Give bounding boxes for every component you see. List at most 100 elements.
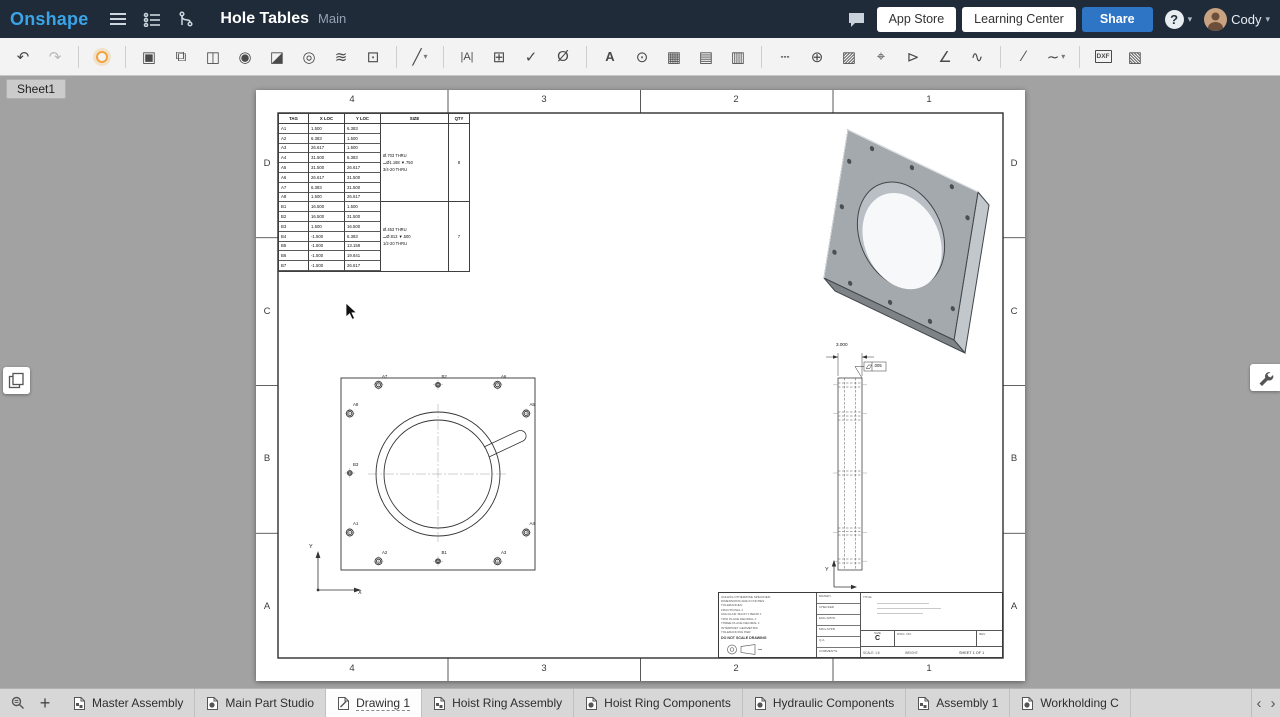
learning-center-button[interactable]: Learning Center	[962, 7, 1076, 32]
toolbar-separator	[443, 46, 444, 68]
table-icon[interactable]	[659, 43, 689, 71]
auxiliary-view-icon[interactable]	[262, 43, 292, 71]
tab-assembly-1[interactable]: Assembly 1	[906, 689, 1010, 717]
export-image-icon[interactable]	[1120, 43, 1150, 71]
chevron-down-icon: ▾	[1061, 52, 1065, 61]
chevron-down-icon: ▾	[1265, 14, 1270, 25]
app-store-button[interactable]: App Store	[877, 7, 957, 32]
drawing-canvas[interactable]: Sheet1	[0, 76, 1280, 688]
tab-drawing-1[interactable]: Drawing 1	[326, 689, 422, 717]
undo-icon[interactable]	[8, 43, 38, 71]
wrench-icon	[1256, 369, 1274, 387]
line-icon[interactable]	[1009, 43, 1039, 71]
centerline-icon[interactable]	[770, 43, 800, 71]
weld-symbol-icon[interactable]	[962, 43, 992, 71]
part-studio-tab-icon	[585, 696, 598, 711]
comments-icon[interactable]	[843, 6, 871, 32]
broken-view-icon[interactable]	[326, 43, 356, 71]
sheet-panel-toggle[interactable]	[3, 367, 30, 394]
help-menu[interactable]: ? ▾	[1165, 10, 1193, 29]
hole-table-icon[interactable]	[691, 43, 721, 71]
tab-hoist-ring-assembly[interactable]: Hoist Ring Assembly	[422, 689, 574, 717]
redo-icon[interactable]	[40, 43, 70, 71]
crop-view-icon[interactable]	[358, 43, 388, 71]
main-menu-icon[interactable]	[104, 6, 132, 32]
title-block[interactable]: UNLESS OTHERWISE SPECIFIED:DIMENSIONS AR…	[718, 592, 1003, 658]
approvals-column: DRAWNCHECKEDENG APPR.MFG APPR.Q.A.COMMEN…	[817, 593, 861, 657]
hole-tag-label[interactable]: B2	[442, 375, 447, 379]
zone-label: B	[1007, 453, 1021, 464]
user-menu[interactable]: Cody ▾	[1204, 8, 1270, 31]
hole-tag-label[interactable]: B3	[353, 463, 358, 467]
center-mark-icon[interactable]	[802, 43, 832, 71]
tools-panel-toggle[interactable]	[1250, 364, 1280, 391]
toolbar-separator	[1079, 46, 1080, 68]
tab-hoist-ring-components[interactable]: Hoist Ring Components	[574, 689, 743, 717]
hole-tag-label[interactable]: B1	[442, 551, 447, 555]
tab-hydraulic-components[interactable]: Hydraulic Components	[743, 689, 906, 717]
zone-label: D	[260, 158, 274, 169]
hole-tag-label[interactable]: A2	[382, 551, 387, 555]
table-row: B2 16.500 31.500	[279, 212, 381, 222]
document-title-group: Hole Tables Main	[220, 10, 346, 28]
datum-icon[interactable]	[898, 43, 928, 71]
tolerance-notes: UNLESS OTHERWISE SPECIFIED:DIMENSIONS AR…	[719, 593, 816, 627]
note-icon[interactable]	[595, 43, 625, 71]
title-placeholder-line	[877, 613, 923, 614]
front-view[interactable]	[316, 378, 535, 592]
side-view[interactable]	[826, 353, 886, 589]
hatch-icon[interactable]	[834, 43, 864, 71]
feature-list-icon[interactable]	[138, 6, 166, 32]
hole-tag-label[interactable]: A8	[353, 403, 358, 407]
section-view-icon[interactable]	[198, 43, 228, 71]
spline-icon[interactable]: ▾	[1041, 43, 1071, 71]
hole-tag-label[interactable]: A1	[353, 522, 358, 526]
search-tabs-icon[interactable]	[4, 691, 30, 716]
add-tab-button[interactable]: +	[32, 691, 58, 716]
table-row: B7 -1.500 26.617	[279, 261, 381, 271]
versions-icon[interactable]	[172, 6, 200, 32]
projected-view-icon[interactable]	[166, 43, 196, 71]
callout-icon[interactable]	[627, 43, 657, 71]
ordinate-dimension-icon[interactable]	[484, 43, 514, 71]
tab-main-part-studio[interactable]: Main Part Studio	[195, 689, 326, 717]
thickness-dimension[interactable]: 3.000	[836, 343, 848, 348]
table-row: A4 31.500 6.383	[279, 153, 381, 163]
hole-table[interactable]: TAG X LOC Y LOC SIZE QTY A1 1.500 6.383	[278, 113, 470, 272]
hole-tag-label[interactable]: A5	[530, 403, 535, 407]
zone-label: D	[1007, 158, 1021, 169]
sketch-icon[interactable]: ▾	[405, 43, 435, 71]
export-dxf-icon[interactable]	[1088, 43, 1118, 71]
hole-tag-label[interactable]: A3	[501, 551, 506, 555]
axis-x-label: X	[358, 591, 362, 597]
iso-view-icon[interactable]	[294, 43, 324, 71]
record-indicator-icon[interactable]	[87, 43, 117, 71]
drawing-sheet[interactable]: 4 3 2 1 4 3 2 1 D C B A D C B A TAG X LO…	[256, 90, 1025, 681]
bom-table-icon[interactable]	[723, 43, 753, 71]
isometric-view[interactable]	[824, 130, 989, 353]
hole-group-b: Ø.453 THRU ⌴Ø.813 ▼.500 1/2-20 THRU 7	[381, 202, 469, 271]
toolbar-separator	[761, 46, 762, 68]
tabs-scroll-left-icon[interactable]: ‹	[1252, 696, 1266, 711]
hole-tag-label[interactable]: A6	[501, 375, 506, 379]
sheet-tab[interactable]: Sheet1	[6, 79, 66, 99]
surface-finish-icon[interactable]	[930, 43, 960, 71]
user-name: Cody	[1231, 12, 1261, 27]
flatness-value[interactable]: .005	[874, 364, 882, 368]
onshape-logo[interactable]: Onshape	[10, 9, 88, 30]
check-dimension-icon[interactable]	[516, 43, 546, 71]
tab-master-assembly[interactable]: Master Assembly	[62, 689, 195, 717]
projection-symbol	[723, 643, 763, 657]
tab-workholding[interactable]: Workholding C	[1010, 689, 1130, 717]
dimension-icon[interactable]	[452, 43, 482, 71]
hole-callout-icon[interactable]	[548, 43, 578, 71]
insert-view-icon[interactable]	[134, 43, 164, 71]
geometric-tolerance-icon[interactable]	[866, 43, 896, 71]
hole-tag-label[interactable]: A4	[530, 522, 535, 526]
hole-tag-label[interactable]: A7	[382, 375, 387, 379]
tabs-scroll-right-icon[interactable]: ›	[1266, 696, 1280, 711]
table-row: B4 -1.500 6.383	[279, 232, 381, 242]
detail-view-icon[interactable]	[230, 43, 260, 71]
tab-bar: + Master Assembly Main Part Studio Drawi…	[0, 688, 1280, 717]
share-button[interactable]: Share	[1082, 7, 1153, 32]
